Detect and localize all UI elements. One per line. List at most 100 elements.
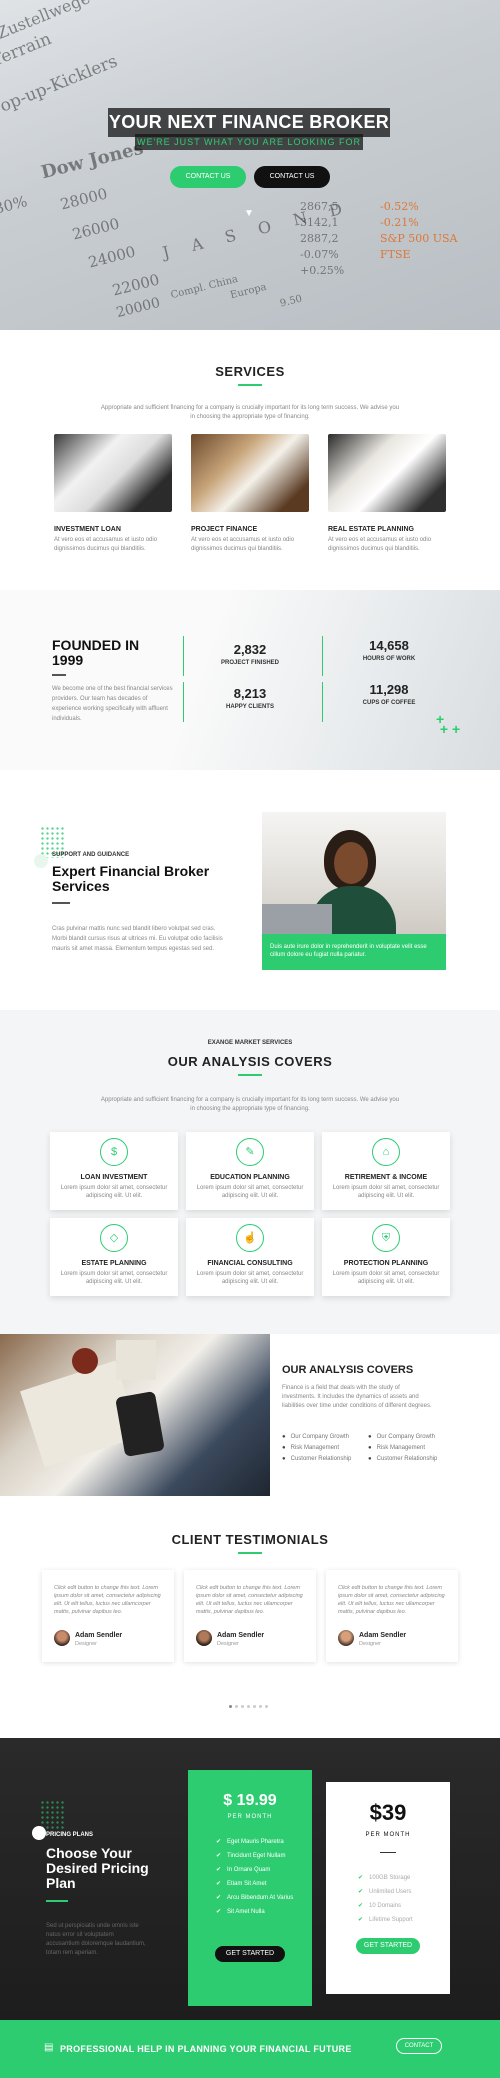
card-text: Lorem ipsum dolor sit amet, consectetur … [332, 1271, 440, 1285]
expert-caption: Duis aute irure dolor in reprehenderit i… [270, 944, 427, 958]
hero-bg-text: Compl. China [169, 273, 240, 302]
carousel-dot[interactable] [253, 1705, 256, 1708]
carousel-dot[interactable] [235, 1705, 238, 1708]
testimonial-name: Adam Sendler [75, 1632, 123, 1639]
title-divider [238, 384, 262, 386]
divider-line [183, 682, 184, 722]
service-text: At vero eos et accusamus et iusto odio d… [191, 537, 295, 552]
plan-price: $39 [369, 1800, 407, 1825]
carousel-dot[interactable] [247, 1705, 250, 1708]
hero-bg-text: 28000 [58, 184, 110, 214]
stat-label: HAPPY CLIENTS [226, 704, 274, 710]
carousel-dot[interactable] [259, 1705, 262, 1708]
check-item: Our Company Growth [282, 1434, 349, 1440]
contact-us-button[interactable]: CONTACT US [170, 166, 246, 188]
check-item: Our Company Growth [368, 1434, 435, 1440]
plan-feature: 10 Domains [358, 1902, 401, 1909]
analysis-card[interactable]: ◇ ESTATE PLANNING Lorem ipsum dolor sit … [50, 1218, 178, 1296]
cta-text: PROFESSIONAL HELP IN PLANNING YOUR FINAN… [60, 2044, 352, 2054]
hero-bg-text: 26000 [70, 214, 122, 244]
card-text: Lorem ipsum dolor sit amet, consectetur … [196, 1271, 304, 1285]
divider-line [322, 682, 323, 722]
founded-text: We become one of the best financial serv… [52, 686, 173, 722]
expert-caption-box: Duis aute irure dolor in reprehenderit i… [262, 934, 446, 970]
service-title: INVESTMENT LOAN [54, 526, 121, 533]
analysis2-text: Finance is a field that deals with the s… [282, 1385, 432, 1409]
testimonial-quote: Click edit button to change this text. L… [338, 1585, 445, 1615]
hero-subtitle: WE'RE JUST WHAT YOU ARE LOOKING FOR [135, 134, 363, 150]
analysis-photo [0, 1334, 270, 1496]
carousel-dot[interactable] [265, 1705, 268, 1708]
hero-title: YOUR NEXT FINANCE BROKER [108, 108, 390, 137]
plan-feature: Etiam Sit Amet [216, 1880, 266, 1887]
analysis-card[interactable]: ⛨ PROTECTION PLANNING Lorem ipsum dolor … [322, 1218, 450, 1296]
carousel-dot[interactable] [241, 1705, 244, 1708]
check-item: Risk Management [282, 1445, 339, 1451]
carousel-dot[interactable] [229, 1705, 232, 1708]
diamond-icon: ◇ [100, 1224, 128, 1252]
hero-bg-text: S&P 500 USA [380, 232, 458, 245]
expert-kicker: SUPPORT AND GUIDANCE [52, 852, 130, 858]
stat-label: CUPS OF COFFEE [362, 700, 416, 706]
testimonial-card: Click edit button to change this text. L… [42, 1570, 174, 1662]
services-section: SERVICES Appropriate and sufficient fina… [0, 330, 500, 590]
title-divider [46, 1900, 68, 1902]
avatar [196, 1630, 212, 1646]
stat-value: 14,658 [369, 638, 409, 653]
contact-button[interactable]: CONTACT [396, 2038, 442, 2054]
plan-feature: Sit Amet Nulla [216, 1908, 265, 1915]
testimonial-quote: Click edit button to change this text. L… [196, 1585, 303, 1615]
service-text: At vero eos et accusamus et iusto odio d… [54, 537, 158, 552]
expert-title: Expert Financial Broker Services [52, 863, 210, 894]
pricing-section: PRICING PLANS Choose Your Desired Pricin… [0, 1738, 500, 2020]
analysis-detail-section: OUR ANALYSIS COVERS Finance is a field t… [0, 1334, 500, 1496]
plan-feature: Unlimited Users [358, 1888, 411, 1895]
hero-bg-text: 20000 [114, 294, 162, 322]
service-image-investment [54, 434, 172, 512]
analysis-section: EXANGE MARKET SERVICES OUR ANALYSIS COVE… [0, 1010, 500, 1334]
plan-period: PER MONTH [365, 1832, 411, 1838]
analysis-card[interactable]: ✎ EDUCATION PLANNING Lorem ipsum dolor s… [186, 1132, 314, 1210]
expert-text: Cras pulvinar mattis nunc sed blandit li… [52, 926, 223, 952]
plan-feature: In Ornare Quam [216, 1866, 270, 1873]
chevron-down-icon[interactable]: ▼ [244, 208, 254, 219]
testimonial-name: Adam Sendler [359, 1632, 407, 1639]
analysis-kicker: EXANGE MARKET SERVICES [207, 1040, 293, 1046]
founded-section: FOUNDED IN 1999 We become one of the bes… [0, 590, 500, 770]
avatar [338, 1630, 354, 1646]
pricing-card-featured: $ 19.99 PER MONTH Eget Mauris Pharetra T… [188, 1770, 312, 2006]
money-icon: $ [100, 1138, 128, 1166]
divider-line [322, 636, 323, 676]
building-icon: ⌂ [372, 1138, 400, 1166]
contact-us-secondary-button[interactable]: CONTACT US [254, 166, 330, 188]
card-title: FINANCIAL CONSULTING [207, 1260, 293, 1267]
stat-value: 2,832 [233, 642, 267, 657]
shield-icon: ⛨ [372, 1224, 400, 1252]
stat-label: PROJECT FINISHED [220, 660, 279, 666]
service-image-realestate [328, 434, 446, 512]
testimonial-role: Designer [75, 1641, 98, 1647]
check-item: Customer Relationship [368, 1456, 438, 1462]
analysis-title: OUR ANALYSIS COVERS [167, 1054, 333, 1069]
analysis-card[interactable]: $ LOAN INVESTMENT Lorem ipsum dolor sit … [50, 1132, 178, 1210]
get-started-button[interactable]: GET STARTED [215, 1946, 285, 1962]
cta-banner: ▤ PROFESSIONAL HELP IN PLANNING YOUR FIN… [0, 2020, 500, 2078]
plan-price: $ 19.99 [223, 1792, 277, 1809]
analysis2-title: OUR ANALYSIS COVERS [282, 1364, 414, 1376]
expert-section: SUPPORT AND GUIDANCE Expert Financial Br… [0, 770, 500, 1010]
analysis-card[interactable]: ⌂ RETIREMENT & INCOME Lorem ipsum dolor … [322, 1132, 450, 1210]
card-title: LOAN INVESTMENT [80, 1174, 148, 1181]
card-title: ESTATE PLANNING [81, 1260, 147, 1267]
plan-feature: Tincidunt Eget Nullam [216, 1852, 285, 1859]
expert-photo [262, 812, 446, 934]
service-title: PROJECT FINANCE [191, 526, 258, 533]
service-text: At vero eos et accusamus et iusto odio d… [328, 537, 432, 552]
services-intro: Appropriate and sufficient financing for… [100, 405, 400, 420]
analysis-card[interactable]: ☝ FINANCIAL CONSULTING Lorem ipsum dolor… [186, 1218, 314, 1296]
plan-period: PER MONTH [227, 1814, 273, 1820]
service-image-project [191, 434, 309, 512]
get-started-button[interactable]: GET STARTED [356, 1938, 420, 1954]
testimonial-quote: Click edit button to change this text. L… [54, 1585, 161, 1615]
plan-feature: Eget Mauris Pharetra [216, 1838, 284, 1845]
card-text: Lorem ipsum dolor sit amet, consectetur … [60, 1185, 168, 1199]
